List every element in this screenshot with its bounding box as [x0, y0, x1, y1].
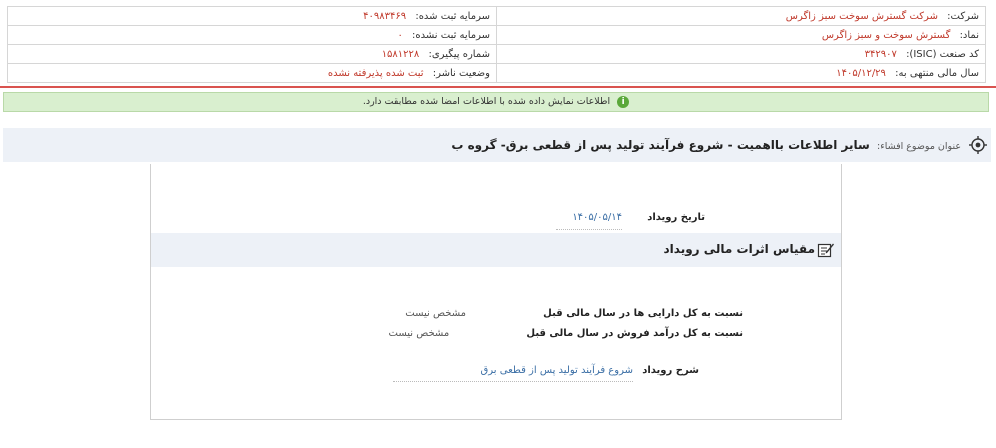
info-row: سال مالی منتهی به: ۱۴۰۵/۱۲/۲۹ وضعیت ناشر…: [7, 63, 986, 83]
event-description-label: شرح رویداد: [642, 365, 699, 376]
assets-ratio-row: نسبت به کل دارایی ها در سال مالی قبل مشخ…: [405, 308, 743, 319]
assets-ratio-value: مشخص نیست: [405, 308, 466, 319]
event-date-row: تاریخ رویداد ۱۴۰۵/۰۵/۱۴: [556, 212, 705, 230]
divider: [0, 86, 996, 88]
publisher-status-cell: وضعیت ناشر: ثبت شده پذیرفته نشده: [7, 63, 497, 83]
company-label: شرکت:: [947, 10, 979, 22]
edit-icon: [817, 243, 834, 258]
target-icon: [969, 136, 987, 154]
fiscal-value: ۱۴۰۵/۱۲/۲۹: [836, 67, 886, 79]
registered-capital-cell: سرمایه ثبت شده: ۴۰۹۸۳۴۶۹: [7, 6, 497, 26]
registered-capital-value: ۴۰۹۸۳۴۶۹: [363, 10, 407, 22]
event-panel: تاریخ رویداد ۱۴۰۵/۰۵/۱۴ مقیاس اثرات مالی…: [150, 164, 842, 420]
subject-header: عنوان موضوع افشاء: سایر اطلاعات بااهمیت …: [3, 128, 991, 162]
info-icon: i: [617, 95, 630, 108]
tracking-cell: شماره پیگیری: ۱۵۸۱۲۲۸: [7, 44, 497, 64]
company-value: شرکت گسترش سوخت سبز زاگرس: [785, 10, 938, 22]
financial-impact-section: مقیاس اثرات مالی رویداد: [151, 233, 841, 267]
section-title: مقیاس اثرات مالی رویداد: [663, 242, 815, 256]
sales-ratio-row: نسبت به کل درآمد فروش در سال مالی قبل مش…: [389, 328, 744, 339]
unregistered-capital-value: ۰: [397, 29, 403, 41]
unregistered-capital-label: سرمایه ثبت نشده:: [412, 29, 490, 41]
company-info-table: شرکت: شرکت گسترش سوخت سبز زاگرس سرمایه ث…: [7, 6, 986, 83]
isic-cell: کد صنعت (ISIC): ۳۴۲۹۰۷: [496, 44, 986, 64]
sales-ratio-value: مشخص نیست: [388, 328, 450, 339]
verification-notice: i اطلاعات نمایش داده شده با اطلاعات امضا…: [3, 92, 989, 112]
event-description-row: شرح رویداد شروع فرآیند تولید پس از قطعی …: [393, 365, 699, 382]
publisher-status-value: ثبت شده پذیرفته نشده: [327, 67, 424, 79]
sales-ratio-label: نسبت به کل درآمد فروش در سال مالی قبل: [526, 328, 743, 339]
fiscal-label: سال مالی منتهی به:: [895, 67, 979, 79]
symbol-label: نماد:: [959, 29, 979, 41]
unregistered-capital-cell: سرمایه ثبت نشده: ۰: [7, 25, 497, 45]
tracking-value: ۱۵۸۱۲۲۸: [381, 48, 420, 60]
symbol-cell: نماد: گسترش سوخت و سبز زاگرس: [496, 25, 986, 45]
registered-capital-label: سرمایه ثبت شده:: [415, 10, 490, 22]
isic-value: ۳۴۲۹۰۷: [864, 48, 897, 60]
event-description-value: شروع فرآیند تولید پس از قطعی برق: [393, 365, 633, 382]
assets-ratio-label: نسبت به کل دارایی ها در سال مالی قبل: [543, 308, 743, 319]
event-date-value: ۱۴۰۵/۰۵/۱۴: [556, 212, 623, 230]
event-date-label: تاریخ رویداد: [647, 212, 705, 223]
notice-text: اطلاعات نمایش داده شده با اطلاعات امضا ش…: [362, 96, 611, 107]
subject-title: سایر اطلاعات بااهمیت - شروع فرآیند تولید…: [451, 138, 870, 152]
info-row: شرکت: شرکت گسترش سوخت سبز زاگرس سرمایه ث…: [7, 6, 986, 26]
info-row: نماد: گسترش سوخت و سبز زاگرس سرمایه ثبت …: [7, 25, 986, 45]
publisher-status-label: وضعیت ناشر:: [432, 67, 490, 79]
tracking-label: شماره پیگیری:: [428, 48, 490, 60]
isic-label: کد صنعت (ISIC):: [906, 48, 979, 60]
fiscal-cell: سال مالی منتهی به: ۱۴۰۵/۱۲/۲۹: [496, 63, 986, 83]
company-cell: شرکت: شرکت گسترش سوخت سبز زاگرس: [496, 6, 986, 26]
info-row: کد صنعت (ISIC): ۳۴۲۹۰۷ شماره پیگیری: ۱۵۸…: [7, 44, 986, 64]
symbol-value: گسترش سوخت و سبز زاگرس: [821, 29, 951, 41]
subject-label: عنوان موضوع افشاء:: [877, 141, 961, 152]
